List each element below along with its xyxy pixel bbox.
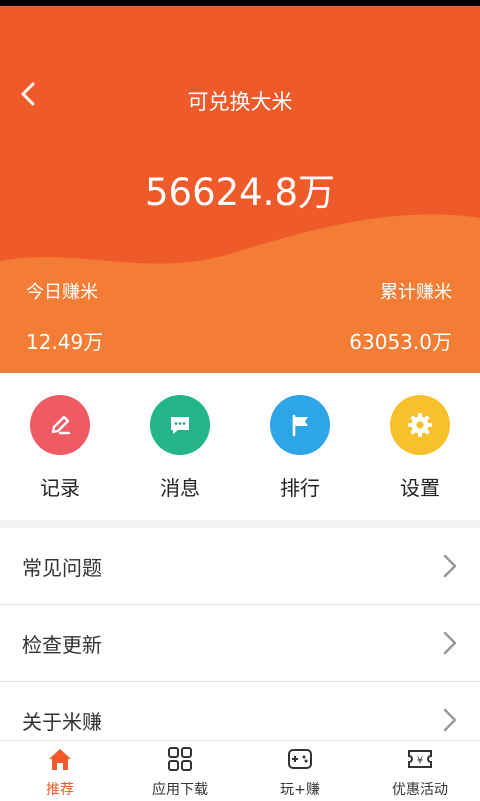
ranking-button[interactable]: 排行 bbox=[240, 395, 360, 501]
today-earn-label: 今日赚米 bbox=[26, 282, 98, 303]
menu-item-label: 常见问题 bbox=[22, 556, 102, 580]
nav-tab-label: 玩+赚 bbox=[280, 782, 320, 798]
page-title: 可兑换大米 bbox=[187, 90, 293, 114]
chevron-right-icon bbox=[443, 554, 457, 578]
nav-tab-promotions[interactable]: ¥ 优惠活动 bbox=[360, 741, 480, 801]
ticket-icon: ¥ bbox=[408, 750, 432, 768]
menu-list: 常见问题 检查更新 关于米赚 bbox=[0, 528, 480, 759]
svg-text:¥: ¥ bbox=[417, 756, 423, 767]
nav-tab-label: 优惠活动 bbox=[392, 782, 448, 798]
home-icon bbox=[49, 749, 71, 770]
settings-label: 设置 bbox=[400, 476, 440, 500]
ranking-label: 排行 bbox=[280, 476, 320, 500]
action-panel: 记录 消息 排行 设置 bbox=[0, 373, 480, 520]
bottom-nav: 推荐 应用下载 玩+赚 ¥ 优惠活动 bbox=[0, 740, 480, 801]
records-button[interactable]: 记录 bbox=[0, 395, 120, 501]
chat-bubble-icon bbox=[150, 395, 210, 455]
gamepad-icon bbox=[288, 749, 312, 769]
menu-item-label: 检查更新 bbox=[22, 633, 102, 657]
chevron-right-icon bbox=[443, 631, 457, 655]
total-earn-value: 63053.0万 bbox=[349, 330, 452, 354]
menu-item-faq[interactable]: 常见问题 bbox=[0, 528, 480, 605]
menu-item-label: 关于米赚 bbox=[22, 710, 102, 734]
header: 可兑换大米 56624.8万 今日赚米 12.49万 累计赚米 63053.0万 bbox=[0, 6, 480, 373]
nav-tab-label: 推荐 bbox=[46, 782, 74, 798]
today-earn-value: 12.49万 bbox=[26, 330, 104, 354]
nav-tab-recommend[interactable]: 推荐 bbox=[0, 741, 120, 801]
messages-button[interactable]: 消息 bbox=[120, 395, 240, 501]
records-label: 记录 bbox=[40, 476, 80, 500]
messages-label: 消息 bbox=[160, 476, 200, 500]
settings-button[interactable]: 设置 bbox=[360, 395, 480, 501]
menu-item-check-update[interactable]: 检查更新 bbox=[0, 605, 480, 682]
redeemable-amount: 56624.8万 bbox=[144, 171, 335, 214]
nav-tab-play-earn[interactable]: 玩+赚 bbox=[240, 741, 360, 801]
pencil-icon bbox=[30, 395, 90, 455]
flag-icon bbox=[270, 395, 330, 455]
nav-tab-label: 应用下载 bbox=[152, 782, 208, 798]
gear-icon bbox=[390, 395, 450, 455]
chevron-right-icon bbox=[443, 708, 457, 732]
grid-icon bbox=[168, 747, 192, 771]
nav-tab-app-download[interactable]: 应用下载 bbox=[120, 741, 240, 801]
total-earn-label: 累计赚米 bbox=[380, 282, 452, 303]
